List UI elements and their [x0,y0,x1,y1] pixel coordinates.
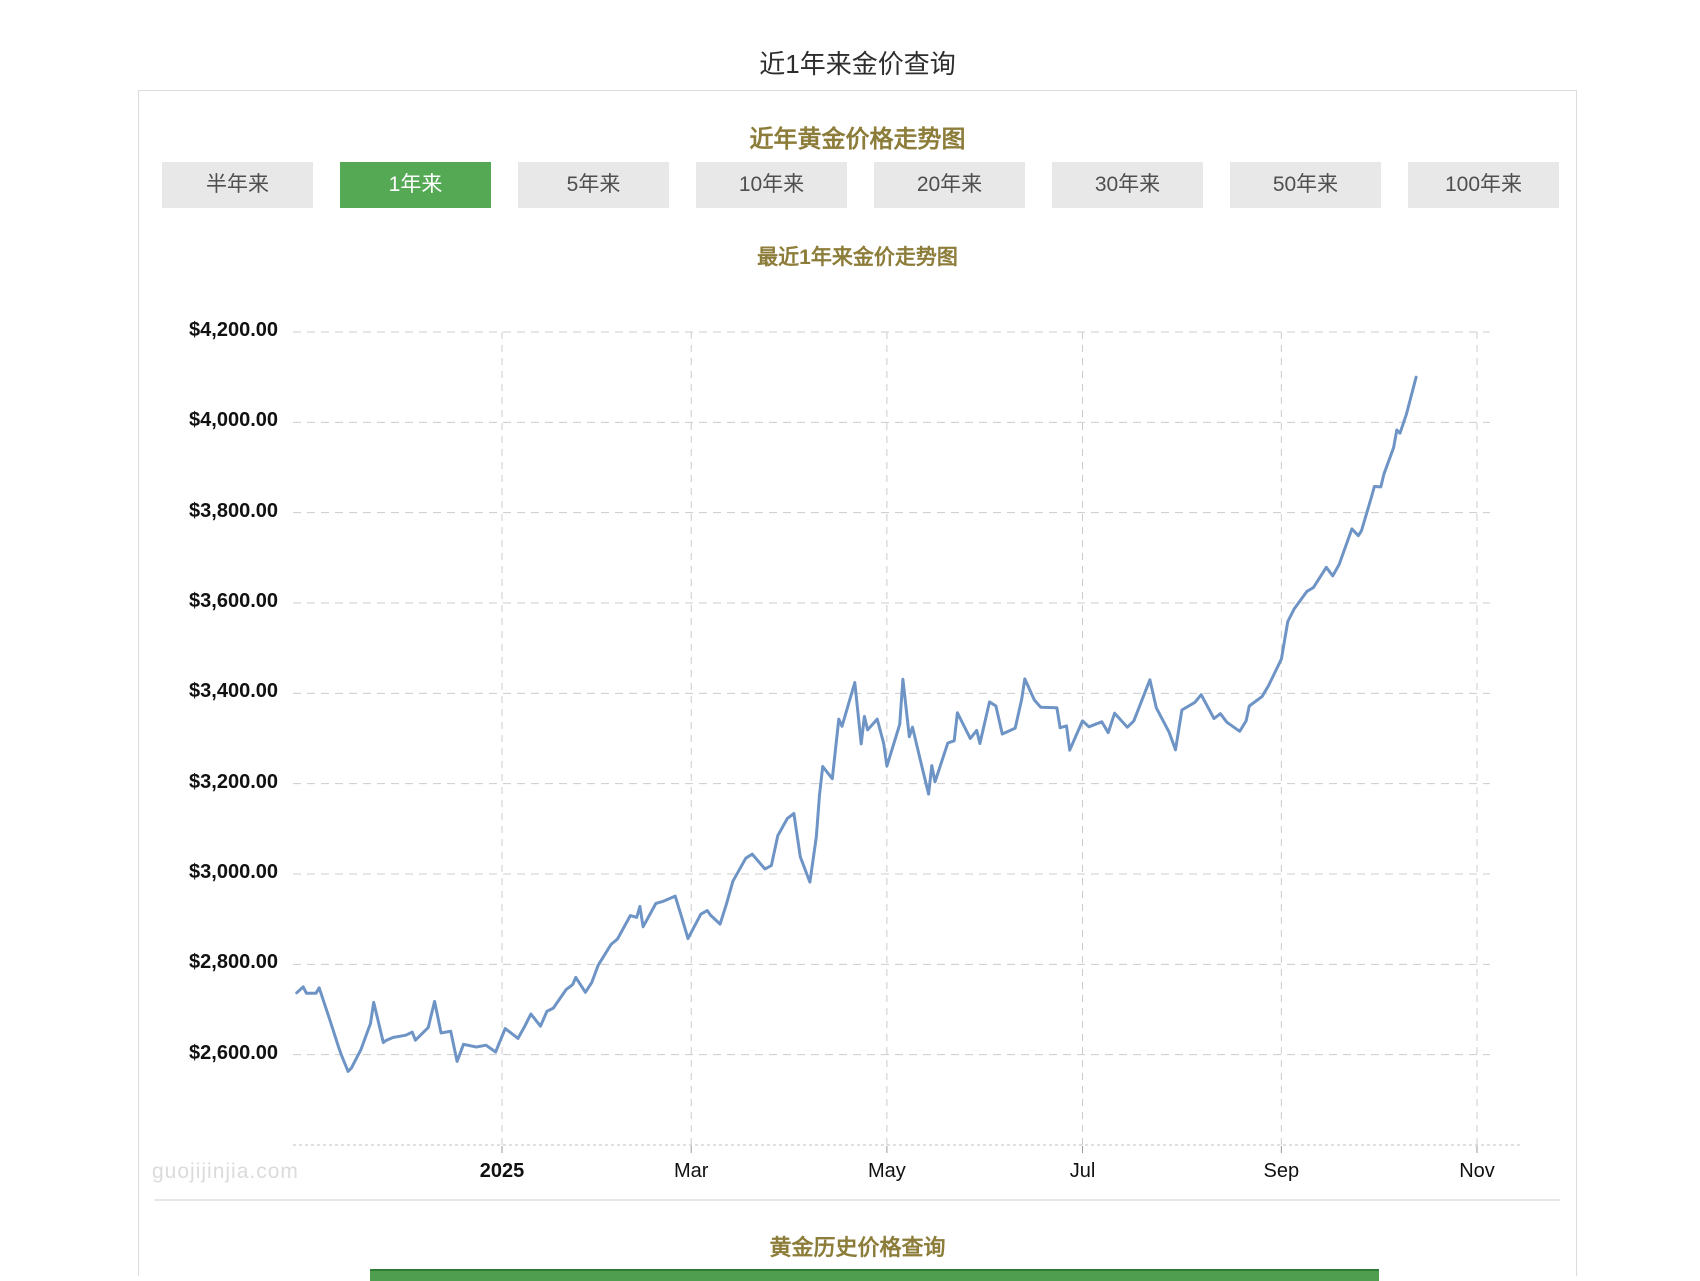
section-divider [154,1199,1560,1201]
y-axis-label: $3,000.00 [118,861,278,884]
y-axis-label: $4,200.00 [118,319,278,342]
x-axis-label: Mar [641,1160,741,1183]
x-axis-label: May [837,1160,937,1183]
y-axis-label: $2,800.00 [118,951,278,974]
y-axis-label: $3,600.00 [118,590,278,613]
tab-5y[interactable]: 5年来 [518,162,669,208]
x-axis-label: Sep [1231,1160,1331,1183]
chart-title: 最近1年来金价走势图 [138,241,1577,271]
site-watermark: guojijinjia.com [152,1160,299,1184]
tab-30y[interactable]: 30年来 [1052,162,1203,208]
tab-20y[interactable]: 20年来 [874,162,1025,208]
y-axis-label: $3,400.00 [118,680,278,703]
panel-title: 近年黄金价格走势图 [138,119,1577,154]
tab-50y[interactable]: 50年来 [1230,162,1381,208]
tab-1y[interactable]: 1年来 [340,162,491,208]
x-axis-label: 2025 [452,1160,552,1183]
period-tabs: 半年来 1年来 5年来 10年来 20年来 30年来 50年来 100年来 [162,162,1557,208]
tab-10y[interactable]: 10年来 [696,162,847,208]
y-axis-label: $3,200.00 [118,771,278,794]
tab-100y[interactable]: 100年来 [1408,162,1559,208]
history-section-title: 黄金历史价格查询 [138,1230,1577,1262]
x-axis-label: Nov [1427,1160,1527,1183]
history-table-header-bar [370,1269,1379,1281]
tab-6m[interactable]: 半年来 [162,162,313,208]
y-axis-label: $4,000.00 [118,409,278,432]
y-axis-label: $3,800.00 [118,500,278,523]
page-title: 近1年来金价查询 [138,44,1577,81]
x-axis-label: Jul [1033,1160,1133,1183]
y-axis-label: $2,600.00 [118,1042,278,1065]
